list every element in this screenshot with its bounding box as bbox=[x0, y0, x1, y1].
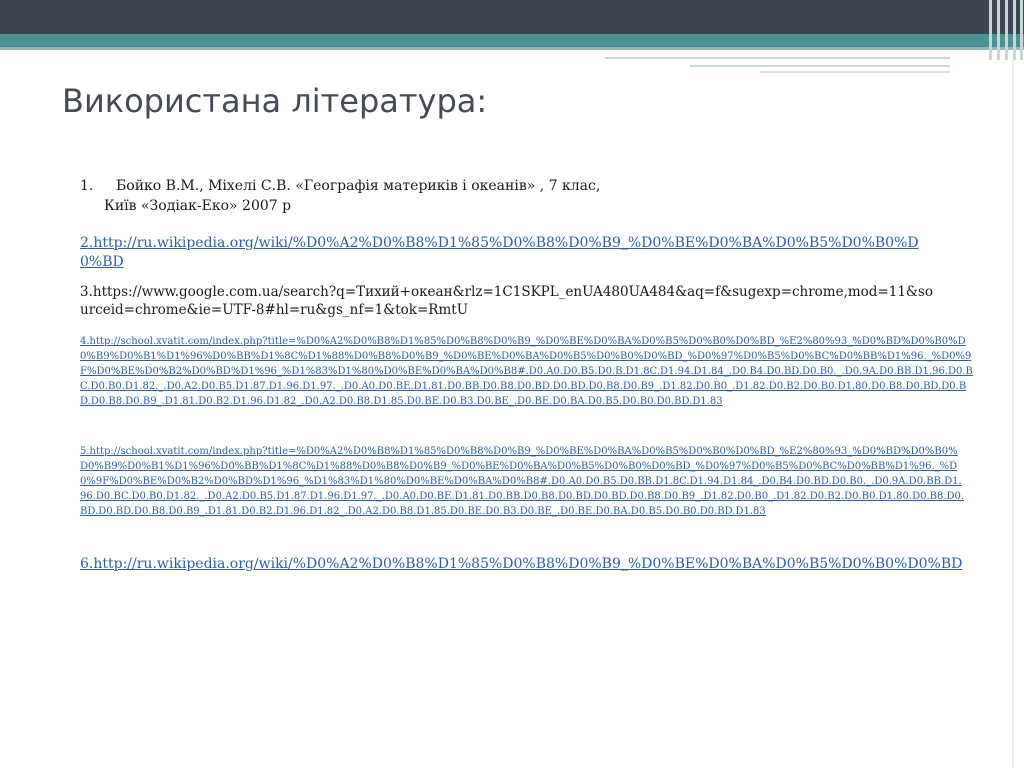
slide-title: Використана література: bbox=[62, 82, 488, 120]
decor-vertical-line bbox=[1012, 60, 1014, 768]
reference-item-1: 1. Бойко В.М., Міхелі С.В. «Географія мат… bbox=[80, 176, 600, 216]
reference-number: 1. bbox=[80, 178, 94, 194]
decor-line bbox=[605, 57, 950, 59]
reference-link-6[interactable]: 6.http://ru.wikipedia.org/wiki/%D0%A2%D0… bbox=[80, 555, 965, 574]
decor-line bbox=[690, 65, 950, 67]
reference-item-3: 3.https://www.google.com.ua/search?q=Тих… bbox=[80, 284, 933, 318]
reference-link-4[interactable]: 4.http://school.xvatit.com/index.php?tit… bbox=[80, 334, 975, 409]
decor-stripes bbox=[985, 0, 1024, 60]
reference-text-continued: Київ «Зодіак-Еко» 2007 р bbox=[104, 198, 292, 214]
header-teal-band bbox=[0, 34, 1024, 47]
decor-line bbox=[760, 71, 950, 73]
reference-link-5[interactable]: 5.http://school.xvatit.com/index.php?tit… bbox=[80, 444, 965, 519]
header-accent-line bbox=[0, 47, 1024, 50]
header-dark-band bbox=[0, 0, 1024, 34]
reference-text: Бойко В.М., Міхелі С.В. «Географія матер… bbox=[116, 178, 601, 194]
reference-link-2[interactable]: 2.http://ru.wikipedia.org/wiki/%D0%A2%D0… bbox=[80, 234, 930, 272]
